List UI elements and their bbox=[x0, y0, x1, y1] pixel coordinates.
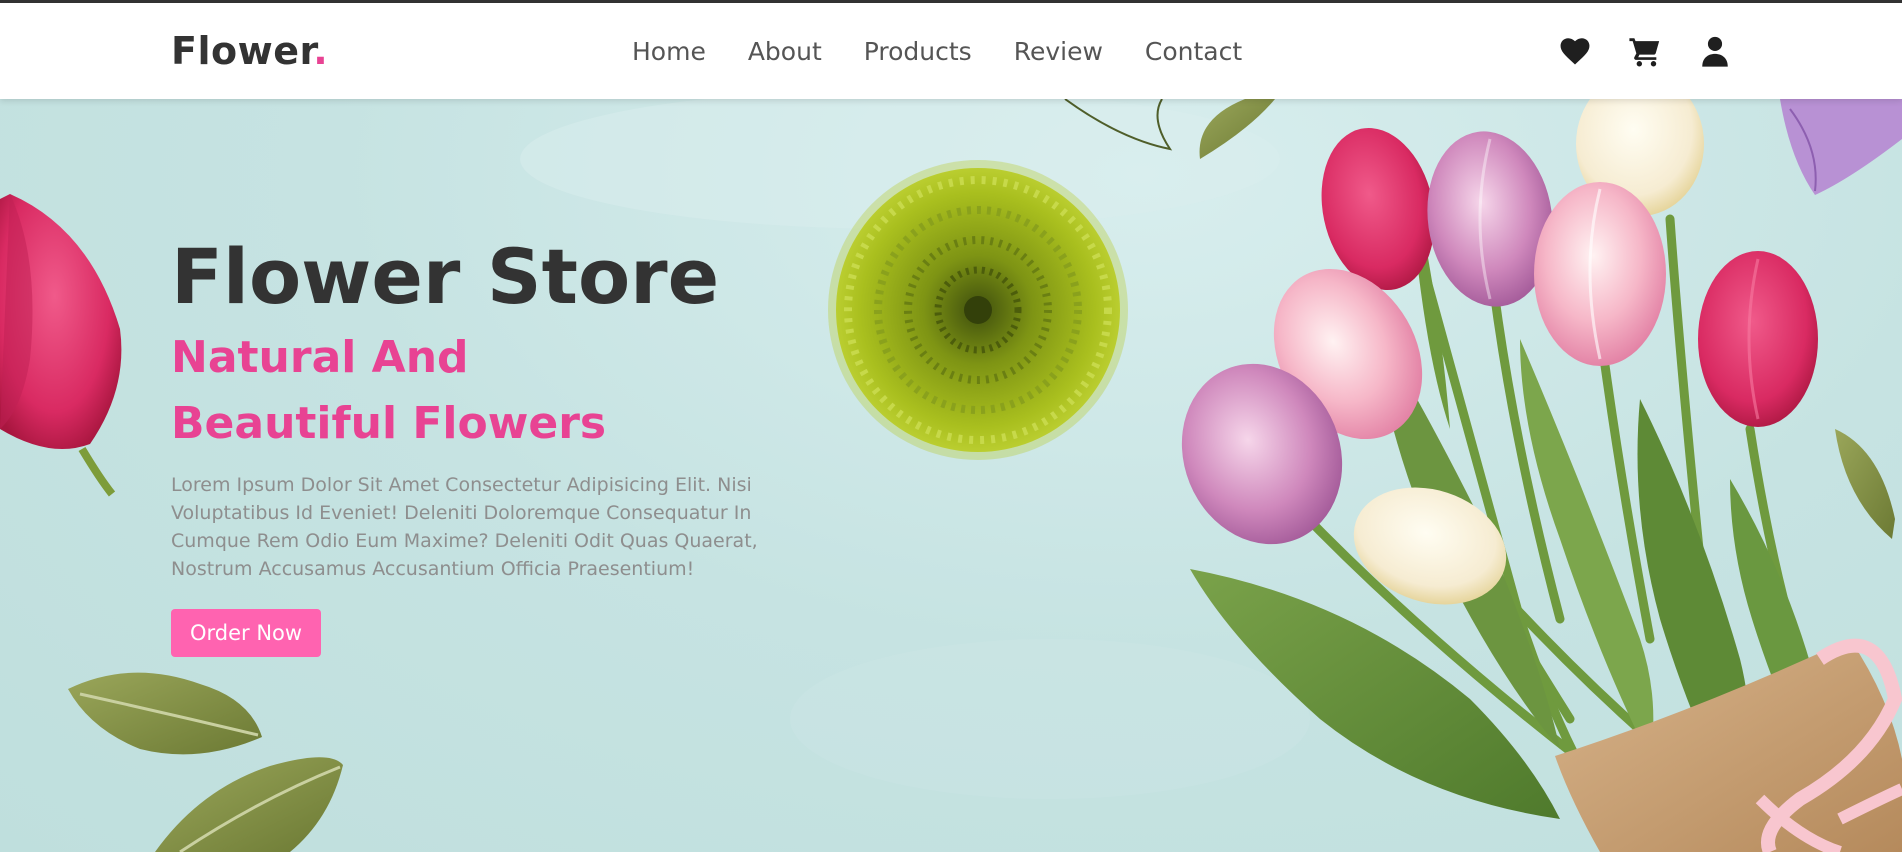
order-now-button[interactable]: Order Now bbox=[171, 608, 322, 657]
hero-description: Lorem Ipsum Dolor Sit Amet Consectetur A… bbox=[171, 473, 758, 580]
cart-icon[interactable] bbox=[1628, 33, 1662, 69]
nav-review[interactable]: Review bbox=[1014, 37, 1103, 66]
main-nav: Home About Products Review Contact bbox=[632, 37, 1242, 66]
heart-icon[interactable] bbox=[1558, 33, 1592, 69]
nav-products[interactable]: Products bbox=[864, 37, 972, 66]
user-icon[interactable] bbox=[1698, 33, 1732, 69]
brand-name: Flower bbox=[171, 29, 314, 73]
brand-logo[interactable]: Flower. bbox=[171, 29, 328, 73]
nav-home[interactable]: Home bbox=[632, 37, 706, 66]
hero-content: Flower Store Natural And Beautiful Flowe… bbox=[171, 235, 791, 657]
site-header: Flower. Home About Products Review Conta… bbox=[0, 3, 1902, 99]
hero-section: Flower Store Natural And Beautiful Flowe… bbox=[0, 99, 1902, 852]
header-icons bbox=[1558, 33, 1732, 69]
hero-subtitle: Natural And Beautiful Flowers bbox=[171, 331, 607, 449]
hero-title: Flower Store bbox=[171, 232, 720, 321]
nav-about[interactable]: About bbox=[748, 37, 822, 66]
brand-dot: . bbox=[313, 29, 329, 73]
nav-contact[interactable]: Contact bbox=[1145, 37, 1242, 66]
